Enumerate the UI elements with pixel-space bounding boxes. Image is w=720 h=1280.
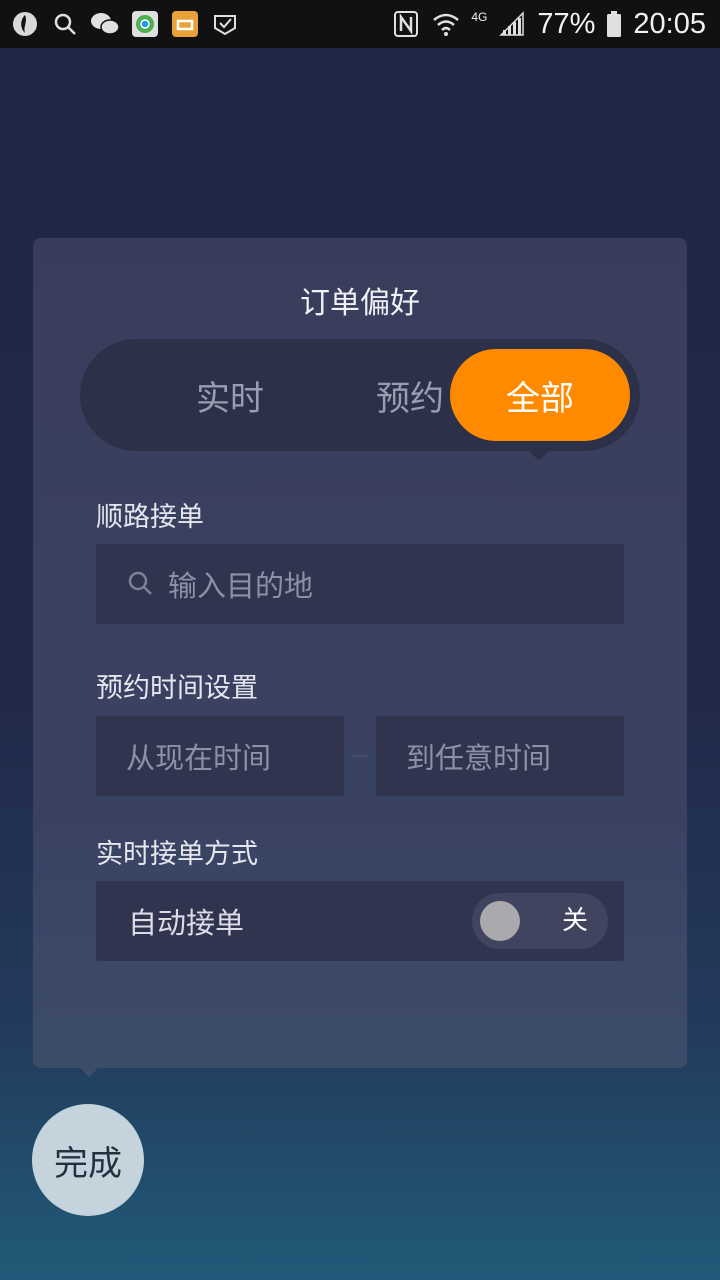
reserve-time-label: 预约时间设置 <box>96 673 258 704</box>
wechat-icon <box>90 9 120 39</box>
status-bar-right: 4G 77% 20:05 <box>391 8 706 41</box>
app-icon <box>10 9 40 39</box>
toggle-state-label: 关 <box>561 906 588 936</box>
card-pointer <box>78 1066 100 1077</box>
didi-icon <box>170 9 200 39</box>
auto-accept-toggle[interactable]: 关 <box>472 893 608 949</box>
time-to-field[interactable]: 到任意时间 <box>376 716 624 796</box>
search-icon <box>50 9 80 39</box>
auto-accept-label: 自动接单 <box>128 906 245 940</box>
destination-search-input[interactable]: 输入目的地 <box>96 544 624 624</box>
destination-placeholder: 输入目的地 <box>168 569 314 603</box>
status-bar-left <box>10 9 240 39</box>
chrome-icon <box>130 9 160 39</box>
page-title: 订单偏好 <box>300 286 420 321</box>
route-order-label: 顺路接单 <box>96 502 204 533</box>
time-range-dash <box>352 755 368 757</box>
wifi-icon <box>431 9 461 39</box>
auto-accept-row: 自动接单 关 <box>96 881 624 961</box>
search-icon <box>126 569 156 599</box>
clock: 20:05 <box>633 7 706 40</box>
time-from-field[interactable]: 从现在时间 <box>96 716 344 796</box>
network-type: 4G <box>471 10 488 24</box>
toggle-knob <box>480 901 520 941</box>
tab-realtime[interactable]: 实时 <box>130 339 330 451</box>
tabs-pointer <box>529 451 549 461</box>
tab-all-selected[interactable]: 全部 <box>450 349 630 441</box>
status-bar: 4G 77% 20:05 <box>0 0 720 48</box>
battery-icon <box>605 9 623 39</box>
done-button[interactable]: 完成 <box>32 1104 144 1216</box>
realtime-mode-label: 实时接单方式 <box>96 839 258 870</box>
check-icon <box>210 9 240 39</box>
signal-icon <box>497 9 527 39</box>
order-type-tabs: 实时 预约 全部 <box>80 339 640 451</box>
nfc-icon <box>391 9 421 39</box>
battery-percent: 77% <box>537 7 596 40</box>
